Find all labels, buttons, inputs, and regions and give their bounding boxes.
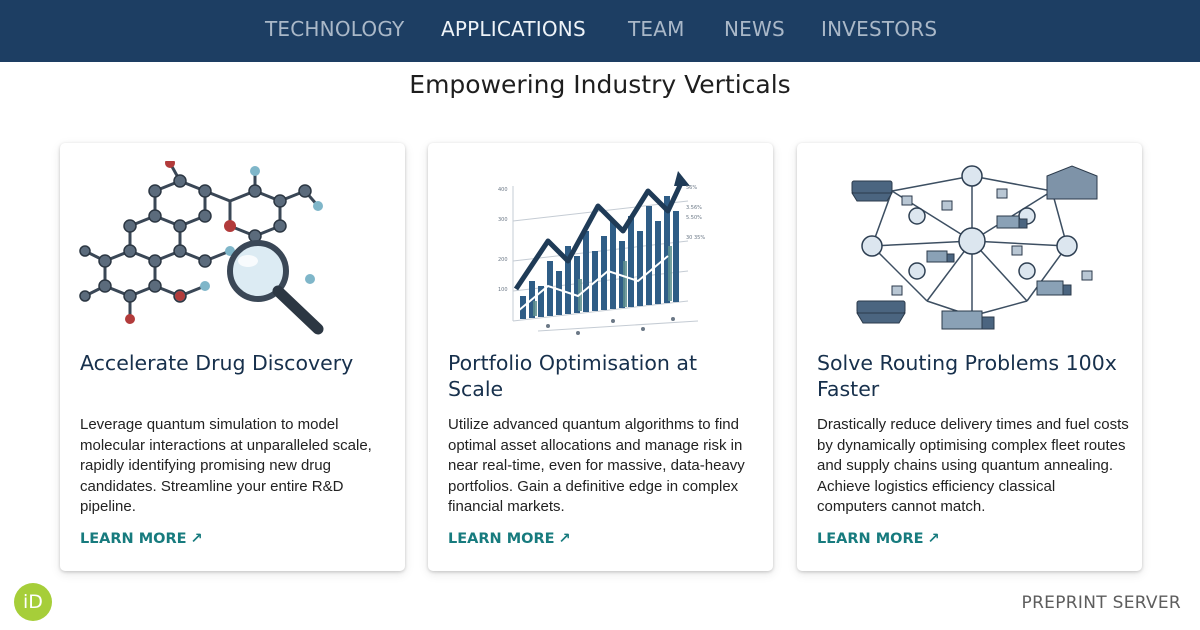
svg-text:30 35%: 30 35% [686,235,705,241]
learn-more-link[interactable]: LEARN MORE ↗ [448,531,571,547]
svg-text:300: 300 [498,217,508,223]
logistics-network-icon [851,165,1098,330]
page-title: Empowering Industry Verticals [409,70,791,99]
molecule-magnifier-icon [79,161,324,335]
learn-more-label: LEARN MORE [448,531,555,547]
svg-text:3.56%: 3.56% [686,205,702,211]
learn-more-link[interactable]: LEARN MORE ↗ [817,531,940,547]
financial-chart-icon: 400 300 200 100 56% 3.56% 5.50% 30 35% [498,171,705,335]
nav-applications[interactable]: APPLICATIONS [441,17,586,41]
orcid-icon[interactable]: iD [14,583,52,621]
learn-more-label: LEARN MORE [80,531,187,547]
card-drug-discovery: Accelerate Drug Discovery Leverage quant… [60,143,405,571]
card-routing-problems: Solve Routing Problems 100x Faster Drast… [797,143,1142,571]
card-description: Utilize advanced quantum algorithms to f… [448,416,745,515]
nav-news[interactable]: NEWS [724,17,785,41]
card-description: Drastically reduce delivery times and fu… [817,416,1129,515]
top-nav: TECHNOLOGY APPLICATIONS TEAM NEWS INVEST… [0,0,1200,62]
svg-text:200: 200 [498,257,508,263]
svg-text:100: 100 [498,287,508,293]
arrow-up-right-icon: ↗ [927,531,940,547]
card-title: Accelerate Drug Discovery [80,351,354,375]
card-title: Solve Routing Problems 100x Faster [817,351,1117,401]
learn-more-link[interactable]: LEARN MORE ↗ [80,531,203,547]
svg-text:56%: 56% [686,185,697,191]
nav-team[interactable]: TEAM [628,17,685,41]
nav-investors[interactable]: INVESTORS [821,17,937,41]
nav-technology[interactable]: TECHNOLOGY [265,17,404,41]
arrow-up-right-icon: ↗ [558,531,571,547]
preprint-server-label: PREPRINT SERVER [1021,593,1181,613]
arrow-up-right-icon: ↗ [190,531,203,547]
card-portfolio-optimisation: 400 300 200 100 56% 3.56% 5.50% 30 35% Portfol… [428,143,773,571]
learn-more-label: LEARN MORE [817,531,924,547]
card-title: Portfolio Optimisation at Scale [448,351,698,401]
svg-text:5.50%: 5.50% [686,215,702,221]
svg-text:400: 400 [498,187,508,193]
card-description: Leverage quantum simulation to model mol… [80,416,372,515]
